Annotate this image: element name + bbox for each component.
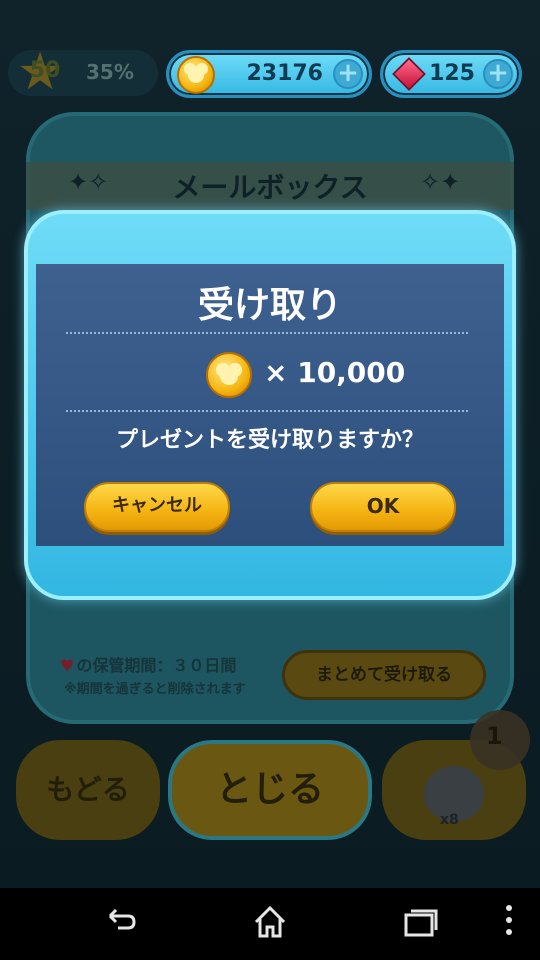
back-button[interactable]: もどる <box>16 740 160 840</box>
gem-count: 125 <box>429 61 475 86</box>
retention-note-text: の保管期間：３０日間 <box>76 656 237 675</box>
android-nav-bar <box>0 888 540 960</box>
tsum-tag-number: 1 <box>486 722 503 750</box>
close-button[interactable]: とじる <box>168 740 372 840</box>
level-number: 50 <box>29 58 61 83</box>
retention-note: ♥ の保管期間：３０日間 <box>60 652 236 676</box>
menu-nav-icon[interactable] <box>494 900 524 948</box>
cancel-button[interactable]: キャンセル <box>84 482 230 532</box>
coin-count: 23176 <box>246 61 323 86</box>
deletion-note: ※期間を過ぎると削除されます <box>64 682 246 697</box>
confirm-question: プレゼントを受け取りますか？ <box>115 428 424 453</box>
ok-button[interactable]: OK <box>310 482 456 532</box>
plus-icon[interactable]: + <box>483 59 513 89</box>
mailbox-title: メールボックス <box>172 171 368 204</box>
bulk-receive-button[interactable]: まとめて受け取る <box>282 650 486 700</box>
level-progress: 35% <box>86 60 134 84</box>
reward-coin <box>206 352 252 398</box>
dialog-title: 受け取り <box>197 285 342 326</box>
gem-balance[interactable]: 125 + <box>380 50 522 98</box>
divider <box>66 332 468 334</box>
divider <box>66 410 468 412</box>
heart-icon: ♥ <box>60 656 75 675</box>
recents-nav-icon[interactable] <box>396 900 444 948</box>
coin-icon <box>206 352 252 398</box>
tsum-count: x8 <box>440 812 459 828</box>
coin-balance[interactable]: 23176 + <box>166 50 372 98</box>
game-screen: ★ 50 35% 23176 + 125 + ✦✧ ✧✦ メールボックス ♥ の保… <box>0 0 540 888</box>
gem-icon <box>392 57 426 91</box>
back-nav-icon[interactable] <box>96 900 144 948</box>
coin-icon <box>177 56 215 94</box>
plus-icon[interactable]: + <box>333 59 363 89</box>
reward-amount: × 10,000 <box>264 356 406 389</box>
home-nav-icon[interactable] <box>246 900 294 948</box>
